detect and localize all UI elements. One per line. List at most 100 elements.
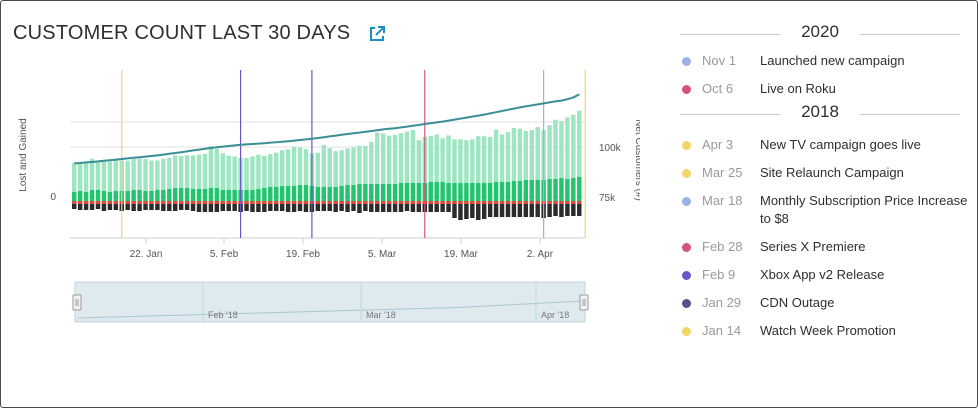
- bar-lost: [517, 204, 523, 217]
- bar-gained: [363, 145, 368, 184]
- bar-lost: [77, 204, 83, 210]
- bar-gained: [321, 144, 326, 187]
- bar-core: [428, 182, 433, 203]
- bar-lost: [452, 204, 457, 218]
- event-item[interactable]: Mar 18 Monthly Subscription Price Increas…: [670, 192, 970, 228]
- x-tick-label: 22. Jan: [130, 249, 163, 260]
- bar-gained: [95, 161, 101, 190]
- bar-core: [380, 184, 386, 203]
- external-link-icon[interactable]: [368, 25, 386, 43]
- bar-gained: [167, 157, 172, 189]
- events-panel: 2020 Nov 1 Launched new campaign Oct 6 Live …: [670, 22, 970, 340]
- x-tick-label: 19. Feb: [286, 249, 320, 260]
- bar-lost: [178, 204, 184, 210]
- bar-baseline-red: [404, 201, 410, 204]
- bar-gained: [553, 119, 558, 179]
- event-color-dot: [682, 299, 691, 308]
- bar-gained: [386, 135, 392, 184]
- bar-lost: [458, 204, 463, 220]
- navigator-handle-right[interactable]: [579, 294, 589, 311]
- chart: 22. Jan 5. Feb 19. Feb 5. Mar 19. Mar 2. Apr L…: [18, 70, 640, 323]
- bar-gained: [196, 154, 202, 189]
- event-item[interactable]: Jan 29 CDN Outage: [670, 294, 970, 312]
- bar-gained: [416, 140, 422, 183]
- bar-gained: [481, 136, 487, 183]
- bar-core: [279, 186, 285, 203]
- bar-gained: [77, 162, 83, 191]
- bar-lost: [535, 204, 540, 217]
- bar-lost: [357, 204, 362, 213]
- bar-gained: [345, 148, 350, 185]
- bar-baseline-red: [345, 201, 350, 204]
- bar-lost: [101, 204, 107, 211]
- bar-gained: [125, 160, 130, 191]
- bar-core: [392, 184, 398, 203]
- bar-baseline-red: [232, 201, 237, 204]
- bar-core: [202, 189, 208, 203]
- bar-lost: [131, 204, 136, 211]
- bar-lost: [511, 204, 517, 217]
- bar-core: [196, 189, 202, 203]
- bar-lost: [398, 204, 404, 212]
- bar-baseline-red: [369, 201, 374, 204]
- bar-baseline-red: [553, 201, 558, 204]
- event-item[interactable]: Feb 28 Series X Premiere: [670, 238, 970, 256]
- bar-baseline-red: [523, 201, 529, 204]
- event-item[interactable]: Mar 25 Site Relaunch Campaign: [670, 164, 970, 182]
- x-tick-label: 19. Mar: [444, 249, 479, 260]
- bar-gained: [89, 158, 95, 190]
- bar-gained: [375, 132, 380, 184]
- bar-lost: [262, 204, 267, 212]
- event-label: Launched new campaign: [760, 53, 905, 68]
- bar-core: [571, 178, 576, 203]
- bar-core: [291, 186, 297, 203]
- bar-core: [452, 183, 457, 203]
- bar-baseline-red: [547, 201, 552, 204]
- bar-lost: [89, 204, 95, 210]
- bar-baseline-red: [333, 201, 338, 204]
- event-label: New TV campaign goes live: [760, 137, 921, 152]
- event-item[interactable]: Feb 9 Xbox App v2 Release: [670, 266, 970, 284]
- bar-lost: [380, 204, 386, 212]
- bar-lost: [244, 204, 249, 211]
- x-tick-label: 5. Feb: [210, 249, 239, 260]
- bar-gained: [547, 125, 552, 179]
- bar-gained: [434, 134, 439, 182]
- bar-gained: [470, 139, 475, 183]
- bar-core: [434, 182, 439, 203]
- bar-gained: [161, 158, 166, 190]
- navigator-handle-left[interactable]: [72, 294, 82, 311]
- event-date: Nov 1: [702, 53, 736, 68]
- event-item[interactable]: Apr 3 New TV campaign goes live: [670, 136, 970, 154]
- bar-baseline-red: [493, 201, 499, 204]
- bar-gained: [380, 133, 386, 184]
- bar-gained: [137, 158, 142, 190]
- bar-lost: [333, 204, 338, 212]
- bar-core: [481, 183, 487, 203]
- bar-lost: [386, 204, 392, 212]
- bar-gained: [262, 156, 267, 188]
- event-item[interactable]: Oct 6 Live on Roku: [670, 80, 970, 98]
- event-date: Mar 18: [702, 193, 743, 208]
- bar-lost: [149, 204, 154, 210]
- bar-core: [345, 185, 350, 203]
- bar-baseline-red: [155, 201, 160, 204]
- bar-core: [398, 183, 404, 203]
- bar-core: [315, 187, 321, 203]
- bar-gained: [452, 139, 457, 183]
- event-item[interactable]: Nov 1 Launched new campaign: [670, 52, 970, 70]
- event-item[interactable]: Jan 14 Watch Week Promotion: [670, 322, 970, 340]
- bar-gained: [274, 152, 279, 187]
- bar-gained: [113, 159, 119, 191]
- bar-baseline-red: [452, 201, 457, 204]
- bar-baseline-red: [250, 201, 255, 204]
- bar-core: [487, 183, 493, 203]
- bar-core: [577, 177, 582, 203]
- bar-lost: [481, 204, 487, 219]
- bar-core: [517, 181, 523, 203]
- bar-lost: [214, 204, 220, 212]
- bar-core: [369, 184, 374, 203]
- bar-lost: [72, 204, 77, 209]
- bar-lost: [505, 204, 511, 217]
- bar-core: [493, 182, 499, 203]
